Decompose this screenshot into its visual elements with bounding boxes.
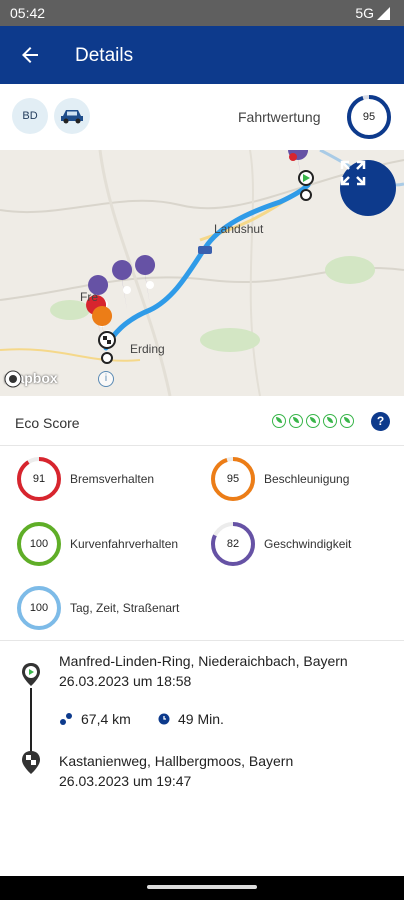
score-value: 100 (29, 602, 49, 614)
leaf-icon (289, 414, 303, 428)
event-marker[interactable] (112, 260, 133, 310)
score-value: 95 (226, 473, 240, 485)
vehicle-avatar[interactable] (54, 98, 90, 134)
home-handle[interactable] (147, 885, 257, 889)
score-ring: 100 (16, 585, 62, 631)
status-bar: 05:42 5G (0, 0, 404, 26)
app-bar: Details (0, 26, 404, 84)
score-label: Beschleunigung (264, 472, 350, 486)
score-label: Kurvenfahrverhalten (70, 537, 179, 551)
section-divider (0, 640, 404, 641)
rating-ring: 95 (345, 93, 393, 141)
network-indicator: 5G (355, 5, 390, 21)
distance-value: 67,4 km (81, 711, 131, 727)
score-value: 100 (29, 538, 49, 550)
map-info-button[interactable]: i (98, 371, 114, 387)
leaf-icon (272, 414, 286, 428)
back-arrow-icon[interactable] (18, 43, 42, 67)
route-map[interactable]: Landshut Erding Fre mapbox i (0, 150, 404, 396)
leaf-icon (323, 414, 337, 428)
finish-marker-icon (22, 751, 40, 774)
eco-score-leaves (272, 414, 354, 428)
eco-score-row: Eco Score ? (0, 398, 404, 446)
score-time-road[interactable]: 100 Tag, Zeit, Straßenart (16, 585, 179, 631)
leaf-icon (340, 414, 354, 428)
distance-stat: 67,4 km (59, 711, 131, 727)
page-title: Details (75, 45, 134, 66)
route-connector (30, 688, 32, 752)
mapbox-logo: mapbox (4, 370, 58, 388)
leaf-icon (306, 414, 320, 428)
mapbox-logo-icon (4, 370, 22, 388)
duration-value: 49 Min. (178, 711, 224, 727)
start-time: 26.03.2023 um 18:58 (59, 673, 192, 689)
status-time: 05:42 (10, 5, 46, 21)
score-value: 82 (226, 538, 240, 550)
score-value: 91 (32, 473, 46, 485)
score-label: Tag, Zeit, Straßenart (70, 601, 180, 615)
score-ring: 100 (16, 521, 62, 567)
network-label: 5G (355, 5, 374, 21)
trip-summary: BD Fahrtwertung 95 (0, 84, 404, 150)
start-address: Manfred-Linden-Ring, Niederaichbach, Bay… (59, 653, 348, 669)
eco-help-button[interactable]: ? (371, 412, 390, 431)
start-location: Manfred-Linden-Ring, Niederaichbach, Bay… (59, 651, 348, 691)
score-acceleration[interactable]: 95 Beschleunigung (210, 456, 349, 502)
end-location: Kastanienweg, Hallbergmoos, Bayern 26.03… (59, 751, 293, 791)
end-time: 26.03.2023 um 19:47 (59, 773, 192, 789)
clock-icon (158, 713, 170, 725)
expand-icon (340, 160, 366, 186)
rating-label: Fahrtwertung (238, 109, 321, 125)
event-marker[interactable] (135, 255, 156, 305)
score-speed[interactable]: 82 Geschwindigkeit (210, 521, 351, 567)
distance-icon (60, 713, 72, 725)
score-ring: 91 (16, 456, 62, 502)
car-icon (61, 110, 83, 124)
score-ring: 82 (210, 521, 256, 567)
system-nav-bar (0, 876, 404, 900)
score-braking[interactable]: 91 Bremsverhalten (16, 456, 154, 502)
score-label: Bremsverhalten (70, 472, 155, 486)
score-cornering[interactable]: 100 Kurvenfahrverhalten (16, 521, 178, 567)
score-ring: 95 (210, 456, 256, 502)
driver-avatar[interactable]: BD (12, 98, 48, 134)
map-place-landshut: Landshut (214, 222, 264, 236)
finish-pin-icon[interactable] (98, 331, 116, 364)
end-address: Kastanienweg, Hallbergmoos, Bayern (59, 753, 294, 769)
signal-icon (377, 6, 390, 20)
driver-initials: BD (22, 110, 38, 122)
map-place-erding: Erding (130, 342, 165, 356)
rating-value: 95 (362, 111, 376, 123)
duration-stat: 49 Min. (158, 711, 224, 727)
eco-score-label: Eco Score (15, 415, 80, 431)
score-label: Geschwindigkeit (264, 537, 352, 551)
expand-map-button[interactable] (340, 160, 396, 216)
map-place-fre: Fre (80, 290, 98, 304)
